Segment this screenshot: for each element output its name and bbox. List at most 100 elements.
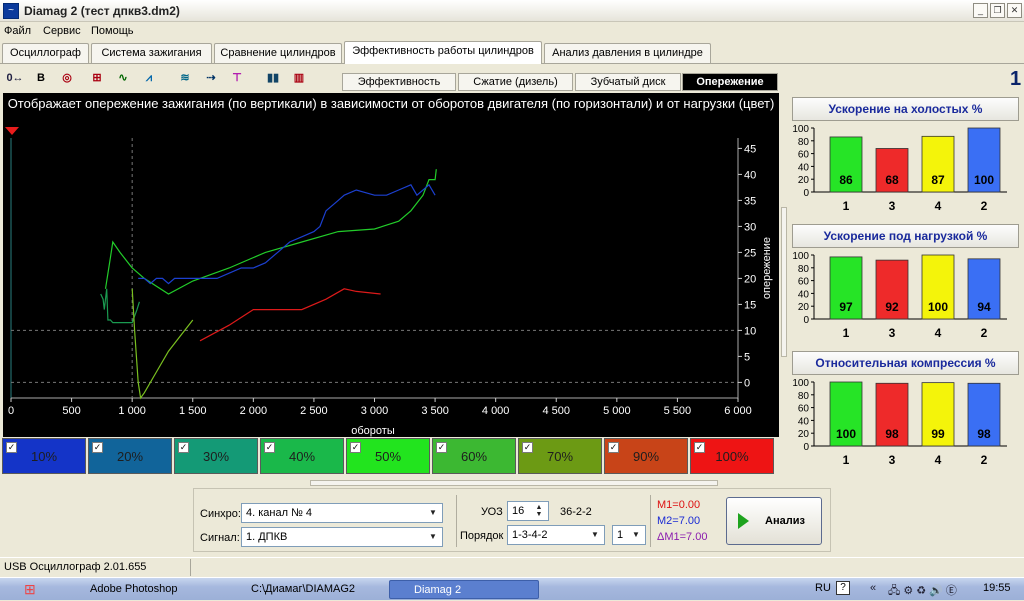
legend-item-30[interactable]: ✓ 30% bbox=[174, 438, 258, 474]
legend-item-100[interactable]: ✓ 100% bbox=[690, 438, 774, 474]
idle-accel-chart: 0 20 4060 80 100 86 1 68 3 87 4 100 2 bbox=[792, 124, 1007, 213]
order-num-select[interactable]: 1 ▼ bbox=[612, 525, 646, 545]
subtab-toothed-disc[interactable]: Зубчатый диск bbox=[575, 73, 681, 91]
task-photoshop[interactable]: Adobe Photoshop bbox=[66, 580, 224, 599]
legend-item-90[interactable]: ✓ 90% bbox=[604, 438, 688, 474]
bars-icon[interactable]: ▮▮ bbox=[262, 67, 284, 89]
x-tick-label: 4 000 bbox=[482, 405, 510, 417]
legend-checkbox[interactable]: ✓ bbox=[6, 442, 17, 453]
legend-item-70[interactable]: ✓ 70% bbox=[518, 438, 602, 474]
record-icon[interactable]: ▥ bbox=[288, 67, 310, 89]
splitter-handle[interactable] bbox=[781, 207, 787, 357]
sync-select[interactable]: 4. канал № 4 ▼ bbox=[241, 503, 443, 523]
bar-value-label: 92 bbox=[885, 300, 899, 314]
bar-category-label: 4 bbox=[935, 453, 942, 467]
teeth-config: 36-2-2 bbox=[560, 506, 592, 518]
uoz-label: УОЗ bbox=[481, 506, 503, 518]
legend-checkbox[interactable]: ✓ bbox=[608, 442, 619, 453]
bar-value-label: 98 bbox=[885, 427, 899, 441]
legend-label: 30% bbox=[202, 449, 230, 464]
close-button[interactable]: ✕ bbox=[1007, 3, 1022, 18]
menu-service[interactable]: Сервис bbox=[43, 25, 81, 37]
tray-chevron-icon[interactable]: « bbox=[870, 582, 876, 594]
subtab-efficiency[interactable]: Эффективность bbox=[342, 73, 456, 91]
panel-load-accel: Ускорение под нагрузкой % 0 20 40 60 80 100 97… bbox=[792, 224, 1019, 352]
advance-plot: 0 500 1 000 1 500 2 000 2 500 3 000 3 500 4 000 4… bbox=[5, 127, 773, 437]
chevron-down-icon: ▼ bbox=[429, 532, 437, 541]
chevron-down-icon: ▼ bbox=[591, 530, 599, 539]
task-diamag[interactable]: Diamag 2 bbox=[389, 580, 539, 599]
minimize-button[interactable]: _ bbox=[973, 3, 988, 18]
help-icon[interactable]: ? bbox=[836, 581, 850, 595]
legend-checkbox[interactable]: ✓ bbox=[694, 442, 705, 453]
order-select[interactable]: 1-3-4-2 ▼ bbox=[507, 525, 605, 545]
language-indicator[interactable]: RU bbox=[815, 582, 831, 594]
analyze-button[interactable]: Анализ bbox=[726, 497, 822, 545]
bar-category-label: 2 bbox=[981, 453, 988, 467]
task-label: Adobe Photoshop bbox=[90, 583, 178, 595]
legend-item-60[interactable]: ✓ 60% bbox=[432, 438, 516, 474]
y-tick-label: 0 bbox=[803, 188, 809, 199]
bar-value-label: 86 bbox=[839, 173, 853, 187]
x-tick-label: 1 500 bbox=[179, 405, 207, 417]
legend-checkbox[interactable]: ✓ bbox=[264, 442, 275, 453]
tab-compare-cylinders[interactable]: Сравнение цилиндров bbox=[214, 43, 342, 63]
bar-value-label: 100 bbox=[836, 427, 856, 441]
legend-checkbox[interactable]: ✓ bbox=[350, 442, 361, 453]
legend-checkbox[interactable]: ✓ bbox=[178, 442, 189, 453]
y-tick-label: 0 bbox=[803, 442, 809, 453]
windows-icon[interactable]: ⊞ bbox=[24, 581, 42, 597]
legend-label: 60% bbox=[460, 449, 488, 464]
task-folder[interactable]: C:\Диамаг\DIAMAG2 bbox=[227, 580, 385, 599]
y-axis-label: опережение bbox=[761, 237, 773, 299]
compression-chart: 0 20 4060 80 100 100 1 98 3 99 4 98 2 bbox=[792, 378, 1007, 467]
tab-efficiency[interactable]: Эффективность работы цилиндров bbox=[344, 41, 542, 64]
tab-pressure[interactable]: Анализ давления в цилиндре bbox=[544, 43, 711, 63]
restore-button[interactable]: ❐ bbox=[990, 3, 1005, 18]
status-text: USB Осциллограф 2.01.655 bbox=[4, 561, 147, 573]
legend-item-10[interactable]: ✓ 10% bbox=[2, 438, 86, 474]
task-label: Diamag 2 bbox=[414, 584, 462, 596]
legend-item-50[interactable]: ✓ 50% bbox=[346, 438, 430, 474]
subtab-advance[interactable]: Опережение bbox=[682, 73, 778, 91]
tray-icons[interactable]: 🖧 ⚙ ♻ 🔊 Ⓔ bbox=[888, 582, 957, 601]
y-tick-label: 80 bbox=[798, 137, 810, 148]
signal-select[interactable]: 1. ДПКВ ▼ bbox=[241, 527, 443, 547]
bar-value-label: 97 bbox=[839, 300, 853, 314]
x-tick-label: 2 500 bbox=[300, 405, 328, 417]
x-tick-label: 3 500 bbox=[421, 405, 449, 417]
window-title: Diamag 2 (тест дпкв3.dm2) bbox=[24, 4, 180, 18]
sync-label: Синхро: bbox=[200, 508, 241, 520]
panel-title: Относительная компрессия % bbox=[792, 351, 1019, 375]
number-icon[interactable]: ⇢ bbox=[200, 67, 222, 89]
advance-chart: Отображает опережение зажигания (по верт… bbox=[3, 93, 779, 437]
zero-icon[interactable]: 0↔ bbox=[4, 67, 26, 89]
axis-icon[interactable]: ⊞ bbox=[86, 67, 108, 89]
wave-icon[interactable]: ∿ bbox=[112, 67, 134, 89]
tab-oscilloscope[interactable]: Осциллограф bbox=[2, 43, 89, 63]
uoz-spinner[interactable]: 16 ▲ ▼ bbox=[507, 501, 549, 521]
subtab-compression[interactable]: Сжатие (дизель) bbox=[458, 73, 573, 91]
order-label: Порядок bbox=[460, 530, 504, 542]
bar-category-label: 1 bbox=[843, 453, 850, 467]
layers-icon[interactable]: ≋ bbox=[174, 67, 196, 89]
y-tick-label: 0 bbox=[803, 315, 809, 326]
filter-icon[interactable]: ⊤ bbox=[226, 67, 248, 89]
y-tick-label: 35 bbox=[744, 195, 756, 207]
vvti-icon[interactable]: ⩘ bbox=[138, 67, 160, 89]
bold-icon[interactable]: B bbox=[30, 67, 52, 89]
legend-item-20[interactable]: ✓ 20% bbox=[88, 438, 172, 474]
legend-checkbox[interactable]: ✓ bbox=[522, 442, 533, 453]
legend-item-40[interactable]: ✓ 40% bbox=[260, 438, 344, 474]
menu-help[interactable]: Помощь bbox=[91, 25, 134, 37]
menu-file[interactable]: Файл bbox=[4, 25, 31, 37]
rpm-icon[interactable]: ◎ bbox=[56, 67, 78, 89]
bar-category-label: 1 bbox=[843, 326, 850, 340]
legend-checkbox[interactable]: ✓ bbox=[436, 442, 447, 453]
splitter-bottom[interactable] bbox=[310, 480, 718, 486]
legend-checkbox[interactable]: ✓ bbox=[92, 442, 103, 453]
sync-value: 4. канал № 4 bbox=[246, 507, 313, 519]
tab-ignition[interactable]: Система зажигания bbox=[91, 43, 212, 63]
spinner-arrows-icon[interactable]: ▲ ▼ bbox=[532, 504, 546, 518]
bar-category-label: 3 bbox=[889, 199, 896, 213]
